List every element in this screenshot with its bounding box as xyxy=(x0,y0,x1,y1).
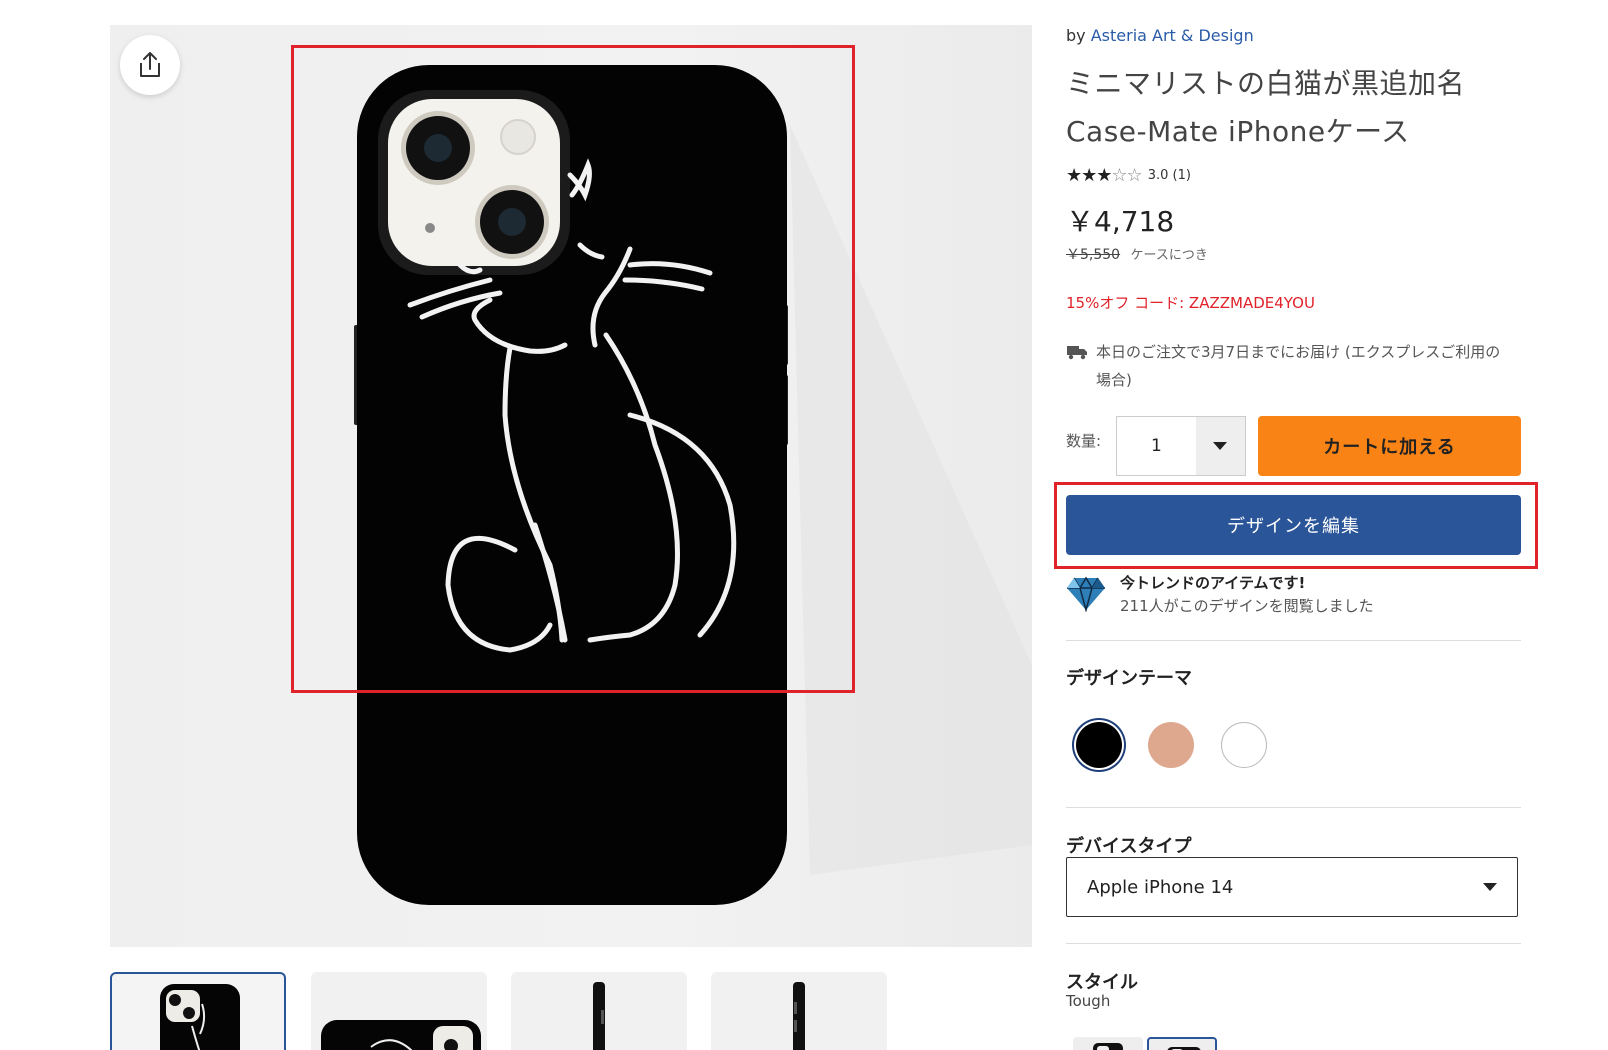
trending-text: 今トレンドのアイテムです! 211人がこのデザインを閲覧しました xyxy=(1120,572,1374,616)
truck-icon xyxy=(1067,346,1087,360)
diamond-icon xyxy=(1067,576,1105,612)
thumbnail-1-image xyxy=(160,984,240,1050)
style-label: スタイル xyxy=(1066,972,1138,993)
add-to-cart-button[interactable]: カートに加える xyxy=(1258,416,1521,476)
caret-down-icon xyxy=(1483,883,1497,891)
current-price: ￥4,718 xyxy=(1066,205,1175,238)
thumbnail-3-image xyxy=(593,982,605,1050)
trending-subtitle: 211人がこのデザインを閲覧しました xyxy=(1120,597,1374,615)
old-price: ￥5,550 xyxy=(1066,247,1121,263)
divider xyxy=(1066,943,1521,944)
style-option-2[interactable] xyxy=(1147,1037,1217,1050)
phone-case-image xyxy=(354,65,1032,905)
style-option-2-image xyxy=(1167,1047,1201,1050)
quantity-dropdown-toggle[interactable] xyxy=(1195,417,1245,475)
stars-empty: ☆☆ xyxy=(1111,165,1142,186)
rating-count: 3.0 (1) xyxy=(1147,168,1191,183)
thumbnail-1[interactable] xyxy=(110,972,286,1050)
device-type-value: Apple iPhone 14 xyxy=(1087,876,1234,898)
device-type-select[interactable]: Apple iPhone 14 xyxy=(1066,857,1518,917)
caret-down-icon xyxy=(1213,442,1228,450)
old-price-row: ￥5,550 ケースにつき xyxy=(1066,244,1208,264)
style-value: Tough xyxy=(1066,992,1111,1010)
thumbnail-3[interactable] xyxy=(511,972,687,1050)
quantity-select[interactable]: 1 xyxy=(1116,416,1246,476)
delivery-text: 本日のご注文で3月7日までにお届け (エクスプレスご利用の場合) xyxy=(1096,343,1501,389)
title-line-2: Case-Mate iPhoneケース xyxy=(1066,115,1410,148)
thumbnail-4[interactable] xyxy=(711,972,887,1050)
divider xyxy=(1066,640,1521,641)
product-title: ミニマリストの白猫が黒追加名 Case-Mate iPhoneケース xyxy=(1066,60,1526,156)
theme-swatch-white[interactable] xyxy=(1221,722,1267,768)
promo-code: 15%オフ コード: ZAZZMADE4YOU xyxy=(1066,294,1315,312)
divider xyxy=(1066,807,1521,808)
style-option-1[interactable] xyxy=(1073,1037,1143,1050)
trending-title: 今トレンドのアイテムです! xyxy=(1120,574,1306,592)
thumbnail-4-image xyxy=(793,982,805,1050)
designer-link[interactable]: Asteria Art & Design xyxy=(1091,26,1254,45)
device-type-label: デバイスタイプ xyxy=(1066,836,1192,857)
delivery-info: 本日のご注文で3月7日までにお届け (エクスプレスご利用の場合) xyxy=(1066,338,1516,394)
thumbnail-2[interactable] xyxy=(311,972,487,1050)
trending-notice: 今トレンドのアイテムです! 211人がこのデザインを閲覧しました xyxy=(1066,572,1374,616)
quantity-label: 数量: xyxy=(1066,432,1102,450)
product-rating[interactable]: ★★★☆☆ 3.0 (1) xyxy=(1066,165,1191,186)
byline-prefix: by xyxy=(1066,26,1086,45)
quantity-value: 1 xyxy=(1150,436,1162,456)
share-icon xyxy=(140,52,160,77)
edit-design-button[interactable]: デザインを編集 xyxy=(1066,495,1521,555)
style-option-1-image xyxy=(1093,1043,1123,1050)
star-rating-icon: ★★★☆☆ xyxy=(1066,165,1143,186)
designer-byline: by Asteria Art & Design xyxy=(1066,26,1254,45)
thumbnail-2-image xyxy=(321,1020,481,1050)
design-theme-label: デザインテーマ xyxy=(1066,668,1192,689)
theme-swatch-peach[interactable] xyxy=(1148,722,1194,768)
share-button[interactable] xyxy=(120,35,180,95)
price-unit: ケースにつき xyxy=(1130,248,1208,263)
stars-filled: ★★★ xyxy=(1066,165,1112,186)
product-main-image[interactable] xyxy=(110,25,1032,947)
theme-swatch-black[interactable] xyxy=(1076,722,1122,768)
title-line-1: ミニマリストの白猫が黒追加名 xyxy=(1066,67,1466,100)
